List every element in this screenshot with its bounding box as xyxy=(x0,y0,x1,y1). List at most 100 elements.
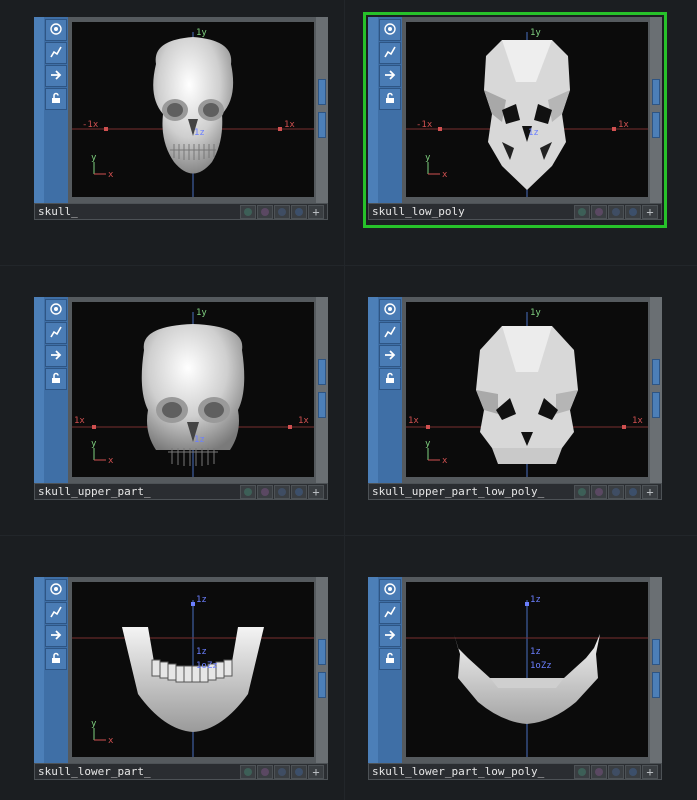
node-skull-lower-part-low-poly[interactable]: 1z 1z 1oZz skull_lower_part_low_poly_ + xyxy=(368,577,662,783)
node-name-bar[interactable]: skull_upper_part_ + xyxy=(34,483,328,500)
3d-viewport[interactable]: 1z 1z 1oZz xyxy=(406,582,648,757)
flag-button[interactable] xyxy=(274,765,290,779)
lock-icon[interactable] xyxy=(45,88,67,110)
node-left-bar[interactable] xyxy=(34,577,44,763)
output-connector[interactable] xyxy=(652,672,660,698)
node-left-bar[interactable] xyxy=(368,577,378,763)
output-connector[interactable] xyxy=(318,359,326,385)
output-connector[interactable] xyxy=(652,639,660,665)
flag-button[interactable] xyxy=(625,205,641,219)
output-connector[interactable] xyxy=(318,112,326,138)
arrow-right-icon[interactable] xyxy=(45,625,67,647)
node-name[interactable]: skull_lower_part_ xyxy=(38,765,236,779)
node-name-bar[interactable]: skull_ + xyxy=(34,203,328,220)
graph-icon[interactable] xyxy=(379,42,401,64)
output-connector[interactable] xyxy=(318,79,326,105)
plus-icon[interactable]: + xyxy=(642,485,658,499)
z-small2-label: 1oZz xyxy=(530,661,552,671)
node-name[interactable]: skull_ xyxy=(38,205,236,219)
node-body: 1y -1x 1x 1z y x xyxy=(34,17,328,203)
graph-icon[interactable] xyxy=(45,322,67,344)
lock-icon[interactable] xyxy=(379,368,401,390)
node-skull-upper-part-low-poly[interactable]: 1y 1x 1x y x skull_upper_part_low_poly_ … xyxy=(368,297,662,503)
flag-button[interactable] xyxy=(257,205,273,219)
node-left-bar[interactable] xyxy=(368,17,378,203)
viewer-toggle-icon[interactable] xyxy=(379,19,401,41)
output-connector[interactable] xyxy=(318,672,326,698)
graph-icon[interactable] xyxy=(45,42,67,64)
3d-viewport[interactable]: 1y 1x 1x y x xyxy=(406,302,648,477)
flag-button[interactable] xyxy=(591,765,607,779)
arrow-right-icon[interactable] xyxy=(45,65,67,87)
node-name-bar[interactable]: skull_upper_part_low_poly_ + xyxy=(368,483,662,500)
x-side-label: 1x xyxy=(408,416,419,426)
flag-button[interactable] xyxy=(608,485,624,499)
viewer-toggle-icon[interactable] xyxy=(379,299,401,321)
node-name[interactable]: skull_upper_part_ xyxy=(38,485,236,499)
flag-button[interactable] xyxy=(608,205,624,219)
flag-button[interactable] xyxy=(240,485,256,499)
output-connector[interactable] xyxy=(318,639,326,665)
3d-viewport[interactable]: 1y 1x 1x 1z y x xyxy=(72,302,314,477)
node-name[interactable]: skull_upper_part_low_poly_ xyxy=(372,485,570,499)
lock-icon[interactable] xyxy=(379,648,401,670)
flag-button[interactable] xyxy=(291,205,307,219)
lock-icon[interactable] xyxy=(45,368,67,390)
flag-button[interactable] xyxy=(591,485,607,499)
output-connector[interactable] xyxy=(318,392,326,418)
arrow-right-icon[interactable] xyxy=(379,625,401,647)
node-left-bar[interactable] xyxy=(34,17,44,203)
flag-button[interactable] xyxy=(274,205,290,219)
node-skull-upper-part[interactable]: 1y 1x 1x 1z y x skull_upper_part_ + xyxy=(34,297,328,503)
node-skull[interactable]: 1y -1x 1x 1z y x skull_ + xyxy=(34,17,328,223)
flag-button[interactable] xyxy=(274,485,290,499)
flag-button[interactable] xyxy=(574,765,590,779)
plus-icon[interactable]: + xyxy=(308,205,324,219)
graph-icon[interactable] xyxy=(379,322,401,344)
flag-button[interactable] xyxy=(257,765,273,779)
flag-button[interactable] xyxy=(591,205,607,219)
output-connector[interactable] xyxy=(652,392,660,418)
lock-icon[interactable] xyxy=(379,88,401,110)
arrow-right-icon[interactable] xyxy=(45,345,67,367)
3d-viewport[interactable]: 1z 1z 1oZz y x xyxy=(72,582,314,757)
3d-viewport[interactable]: 1y -1x 1x 1z y x xyxy=(72,22,314,197)
flag-button[interactable] xyxy=(257,485,273,499)
node-name-bar[interactable]: skull_lower_part_ + xyxy=(34,763,328,780)
viewer-toggle-icon[interactable] xyxy=(45,299,67,321)
flag-button[interactable] xyxy=(291,765,307,779)
node-name[interactable]: skull_low_poly xyxy=(372,205,570,219)
graph-icon[interactable] xyxy=(45,602,67,624)
flag-button[interactable] xyxy=(291,485,307,499)
arrow-right-icon[interactable] xyxy=(379,65,401,87)
viewer-toggle-icon[interactable] xyxy=(45,579,67,601)
plus-icon[interactable]: + xyxy=(642,205,658,219)
node-left-bar[interactable] xyxy=(34,297,44,483)
graph-icon[interactable] xyxy=(379,602,401,624)
flag-button[interactable] xyxy=(625,485,641,499)
node-left-bar[interactable] xyxy=(368,297,378,483)
flag-button[interactable] xyxy=(240,205,256,219)
3d-viewport[interactable]: 1y -1x 1x 1z y x xyxy=(406,22,648,197)
arrow-right-icon[interactable] xyxy=(379,345,401,367)
plus-icon[interactable]: + xyxy=(308,485,324,499)
x-pos-label: 1x xyxy=(298,416,309,426)
output-connector[interactable] xyxy=(652,79,660,105)
node-skull-low-poly[interactable]: 1y -1x 1x 1z y x skull_low_poly + xyxy=(363,12,667,228)
flag-button[interactable] xyxy=(574,485,590,499)
output-connector[interactable] xyxy=(652,359,660,385)
flag-button[interactable] xyxy=(240,765,256,779)
viewer-toggle-icon[interactable] xyxy=(45,19,67,41)
flag-button[interactable] xyxy=(625,765,641,779)
plus-icon[interactable]: + xyxy=(642,765,658,779)
output-connector[interactable] xyxy=(652,112,660,138)
viewer-toggle-icon[interactable] xyxy=(379,579,401,601)
node-name-bar[interactable]: skull_low_poly + xyxy=(368,203,662,220)
flag-button[interactable] xyxy=(608,765,624,779)
node-name[interactable]: skull_lower_part_low_poly_ xyxy=(372,765,570,779)
plus-icon[interactable]: + xyxy=(308,765,324,779)
node-skull-lower-part[interactable]: 1z 1z 1oZz y x skull_lower_part_ + xyxy=(34,577,328,783)
node-name-bar[interactable]: skull_lower_part_low_poly_ + xyxy=(368,763,662,780)
lock-icon[interactable] xyxy=(45,648,67,670)
flag-button[interactable] xyxy=(574,205,590,219)
